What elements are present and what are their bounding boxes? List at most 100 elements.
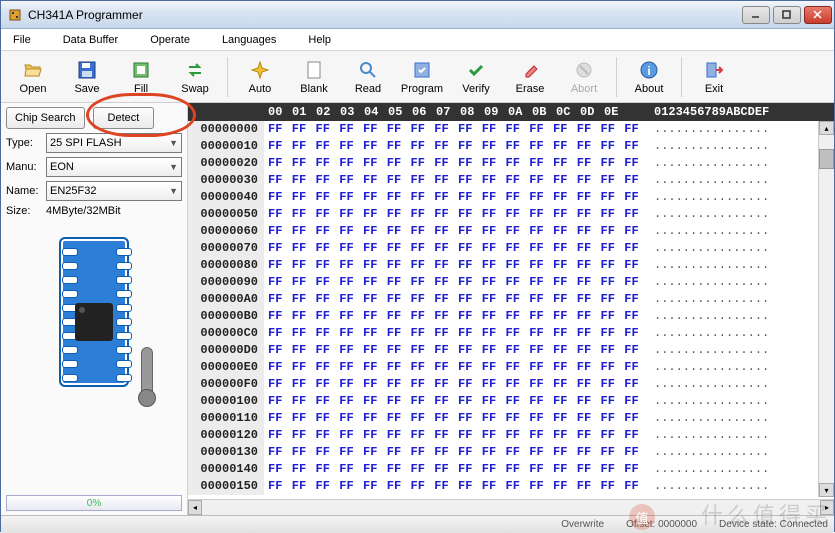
sparkle-icon (249, 59, 271, 81)
menu-data-buffer[interactable]: Data Buffer (57, 32, 124, 48)
ascii-cell: ................ (648, 376, 834, 393)
scroll-down-arrow[interactable]: ▾ (819, 483, 834, 497)
hex-row[interactable]: 000000B0FFFFFFFFFFFFFFFFFFFFFFFFFFFFFFFF… (188, 308, 834, 325)
address-cell: 00000020 (188, 155, 264, 172)
read-button[interactable]: Read (344, 53, 392, 101)
toolbar-label: Swap (181, 83, 209, 95)
verify-icon (465, 59, 487, 81)
address-cell: 00000100 (188, 393, 264, 410)
hex-editor[interactable]: 000102030405060708090A0B0C0D0E0F 0123456… (188, 103, 834, 515)
address-cell: 00000040 (188, 189, 264, 206)
scroll-up-arrow[interactable]: ▴ (819, 121, 834, 135)
ascii-cell: ................ (648, 427, 834, 444)
auto-button[interactable]: Auto (236, 53, 284, 101)
menu-operate[interactable]: Operate (144, 32, 196, 48)
vertical-scrollbar[interactable]: ▴ ▾ (818, 121, 834, 497)
folder-open-icon (22, 59, 44, 81)
type-select[interactable]: 25 SPI FLASH▼ (46, 133, 182, 153)
scroll-right-arrow[interactable]: ▸ (820, 500, 834, 515)
progress-bar: 0% (6, 495, 182, 511)
toolbar-label: Fill (134, 83, 148, 95)
verify-button[interactable]: Verify (452, 53, 500, 101)
hex-row[interactable]: 00000040FFFFFFFFFFFFFFFFFFFFFFFFFFFFFFFF… (188, 189, 834, 206)
erase-icon (519, 59, 541, 81)
ascii-cell: ................ (648, 172, 834, 189)
hex-row[interactable]: 00000010FFFFFFFFFFFFFFFFFFFFFFFFFFFFFFFF… (188, 138, 834, 155)
hex-row[interactable]: 00000030FFFFFFFFFFFFFFFFFFFFFFFFFFFFFFFF… (188, 172, 834, 189)
hex-row[interactable]: 00000130FFFFFFFFFFFFFFFFFFFFFFFFFFFFFFFF… (188, 444, 834, 461)
hex-row[interactable]: 00000110FFFFFFFFFFFFFFFFFFFFFFFFFFFFFFFF… (188, 410, 834, 427)
address-cell: 00000130 (188, 444, 264, 461)
window-title: CH341A Programmer (28, 8, 742, 22)
ascii-cell: ................ (648, 325, 834, 342)
address-cell: 000000C0 (188, 325, 264, 342)
menu-languages[interactable]: Languages (216, 32, 282, 48)
hex-header: 000102030405060708090A0B0C0D0E0F 0123456… (188, 103, 834, 121)
hex-row[interactable]: 00000060FFFFFFFFFFFFFFFFFFFFFFFFFFFFFFFF… (188, 223, 834, 240)
chevron-down-icon: ▼ (169, 186, 178, 196)
ascii-cell: ................ (648, 223, 834, 240)
hex-row[interactable]: 00000050FFFFFFFFFFFFFFFFFFFFFFFFFFFFFFFF… (188, 206, 834, 223)
hex-row[interactable]: 000000E0FFFFFFFFFFFFFFFFFFFFFFFFFFFFFFFF… (188, 359, 834, 376)
address-cell: 000000B0 (188, 308, 264, 325)
hex-row[interactable]: 00000080FFFFFFFFFFFFFFFFFFFFFFFFFFFFFFFF… (188, 257, 834, 274)
menu-help[interactable]: Help (302, 32, 337, 48)
app-icon (7, 7, 23, 23)
hex-row[interactable]: 00000140FFFFFFFFFFFFFFFFFFFFFFFFFFFFFFFF… (188, 461, 834, 478)
maximize-button[interactable] (773, 6, 801, 24)
exit-icon (703, 59, 725, 81)
ascii-cell: ................ (648, 206, 834, 223)
hex-row[interactable]: 00000090FFFFFFFFFFFFFFFFFFFFFFFFFFFFFFFF… (188, 274, 834, 291)
hex-row[interactable]: 00000150FFFFFFFFFFFFFFFFFFFFFFFFFFFFFFFF… (188, 478, 834, 495)
close-button[interactable] (804, 6, 832, 24)
hex-row[interactable]: 000000C0FFFFFFFFFFFFFFFFFFFFFFFFFFFFFFFF… (188, 325, 834, 342)
toolbar-label: Verify (462, 83, 490, 95)
menu-file[interactable]: File (7, 32, 37, 48)
horizontal-scrollbar[interactable]: ◂ ▸ (188, 499, 834, 515)
hex-row[interactable]: 000000F0FFFFFFFFFFFFFFFFFFFFFFFFFFFFFFFF… (188, 376, 834, 393)
manu-select[interactable]: EON▼ (46, 157, 182, 177)
hex-row[interactable]: 000000A0FFFFFFFFFFFFFFFFFFFFFFFFFFFFFFFF… (188, 291, 834, 308)
scroll-thumb[interactable] (819, 149, 834, 169)
save-button[interactable]: Save (63, 53, 111, 101)
about-icon: i (638, 59, 660, 81)
toolbar-label: Blank (300, 83, 328, 95)
address-cell: 00000010 (188, 138, 264, 155)
open-button[interactable]: Open (9, 53, 57, 101)
name-value: EN25F32 (50, 185, 96, 197)
hex-row[interactable]: 000000D0FFFFFFFFFFFFFFFFFFFFFFFFFFFFFFFF… (188, 342, 834, 359)
address-cell: 00000000 (188, 121, 264, 138)
hex-row[interactable]: 00000120FFFFFFFFFFFFFFFFFFFFFFFFFFFFFFFF… (188, 427, 834, 444)
size-value: 4MByte/32MBit (46, 205, 121, 217)
blank-button[interactable]: Blank (290, 53, 338, 101)
address-cell: 000000D0 (188, 342, 264, 359)
scroll-left-arrow[interactable]: ◂ (188, 500, 202, 515)
ascii-cell: ................ (648, 359, 834, 376)
address-cell: 00000090 (188, 274, 264, 291)
hex-row[interactable]: 00000020FFFFFFFFFFFFFFFFFFFFFFFFFFFFFFFF… (188, 155, 834, 172)
minimize-button[interactable] (742, 6, 770, 24)
toolbar-label: Auto (249, 83, 272, 95)
erase-button[interactable]: Erase (506, 53, 554, 101)
chip-search-button[interactable]: Chip Search (6, 107, 85, 129)
detect-button[interactable]: Detect (93, 107, 155, 129)
hex-row[interactable]: 00000000FFFFFFFFFFFFFFFFFFFFFFFFFFFFFFFF… (188, 121, 834, 138)
address-cell: 000000A0 (188, 291, 264, 308)
hex-row[interactable]: 00000070FFFFFFFFFFFFFFFFFFFFFFFFFFFFFFFF… (188, 240, 834, 257)
toolbar-label: Exit (705, 83, 723, 95)
exit-button[interactable]: Exit (690, 53, 738, 101)
name-select[interactable]: EN25F32 ▼ (46, 181, 182, 201)
size-label: Size: (6, 205, 42, 217)
program-button[interactable]: Program (398, 53, 446, 101)
fill-button[interactable]: Fill (117, 53, 165, 101)
about-button[interactable]: iAbout (625, 53, 673, 101)
ascii-cell: ................ (648, 342, 834, 359)
program-icon (411, 59, 433, 81)
fill-icon (130, 59, 152, 81)
chip-socket-diagram (49, 237, 139, 397)
hex-row[interactable]: 00000100FFFFFFFFFFFFFFFFFFFFFFFFFFFFFFFF… (188, 393, 834, 410)
abort-button: Abort (560, 53, 608, 101)
address-cell: 00000150 (188, 478, 264, 495)
swap-button[interactable]: Swap (171, 53, 219, 101)
ascii-cell: ................ (648, 257, 834, 274)
